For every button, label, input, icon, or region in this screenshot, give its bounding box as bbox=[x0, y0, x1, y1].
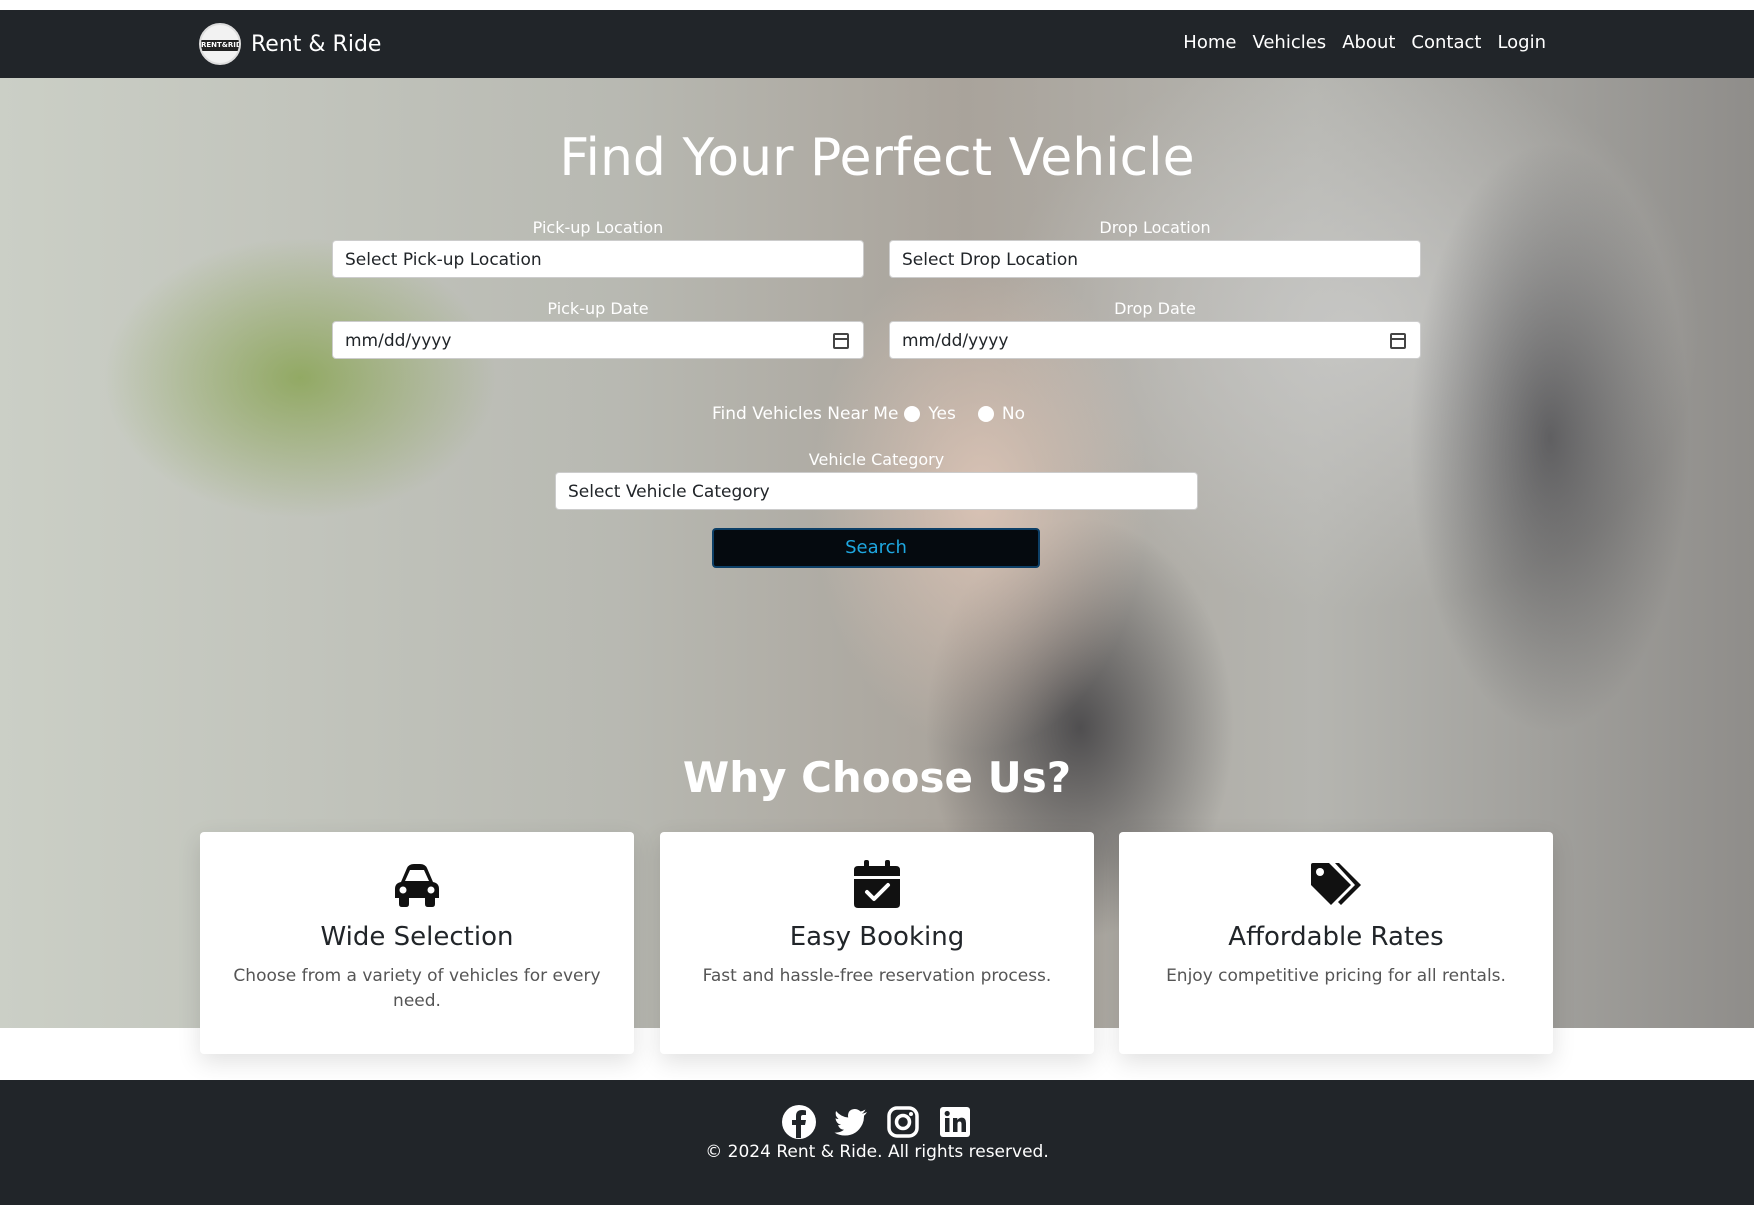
brand-name: Rent & Ride bbox=[251, 31, 382, 57]
card-title: Easy Booking bbox=[789, 922, 965, 952]
vehicle-category-label: Vehicle Category bbox=[808, 450, 945, 469]
pickup-date-input[interactable]: mm/dd/yyyy bbox=[332, 321, 864, 359]
drop-location-select[interactable]: Select Drop Location bbox=[889, 240, 1421, 278]
why-choose-title: Why Choose Us? bbox=[682, 753, 1072, 802]
card-description: Enjoy competitive pricing for all rental… bbox=[1166, 966, 1506, 986]
pickup-date-label: Pick-up Date bbox=[547, 299, 649, 318]
nav-contact[interactable]: Contact bbox=[1411, 32, 1481, 53]
search-button[interactable]: Search bbox=[712, 528, 1040, 568]
drop-date-placeholder: mm/dd/yyyy bbox=[902, 331, 1009, 351]
footer: © 2024 Rent & Ride. All rights reserved. bbox=[0, 1080, 1754, 1205]
brand[interactable]: RENT&RIDE Rent & Ride bbox=[199, 23, 382, 65]
feature-card-wide-selection: Wide Selection Choose from a variety of … bbox=[200, 832, 634, 1054]
pickup-location-label: Pick-up Location bbox=[532, 218, 664, 237]
calendar-check-icon bbox=[660, 858, 1094, 908]
pickup-date-placeholder: mm/dd/yyyy bbox=[345, 331, 452, 351]
calendar-icon[interactable] bbox=[833, 333, 849, 349]
card-description: Choose from a variety of vehicles for ev… bbox=[233, 966, 601, 1011]
hero-title: Find Your Perfect Vehicle bbox=[559, 128, 1195, 188]
card-title: Affordable Rates bbox=[1228, 922, 1444, 952]
nav-home[interactable]: Home bbox=[1183, 32, 1236, 53]
social-links bbox=[0, 1104, 1754, 1140]
nav-links: Home Vehicles About Contact Login bbox=[1183, 32, 1546, 53]
brand-logo-text: RENT&RIDE bbox=[201, 41, 239, 49]
near-me-no-radio[interactable] bbox=[977, 406, 994, 422]
pickup-location-select[interactable]: Select Pick-up Location bbox=[332, 240, 864, 278]
nav-login[interactable]: Login bbox=[1497, 32, 1546, 53]
instagram-icon[interactable] bbox=[885, 1104, 921, 1140]
near-me-no-label[interactable]: No bbox=[1002, 404, 1025, 424]
top-strip bbox=[0, 0, 1754, 10]
copyright-text: © 2024 Rent & Ride. All rights reserved. bbox=[705, 1142, 1049, 1162]
near-me-row: Find Vehicles Near Me Yes No bbox=[712, 404, 1025, 424]
near-me-yes-radio[interactable] bbox=[904, 406, 921, 422]
vehicle-category-select[interactable]: Select Vehicle Category bbox=[555, 472, 1198, 510]
facebook-icon[interactable] bbox=[781, 1104, 817, 1140]
near-me-yes-label[interactable]: Yes bbox=[928, 404, 955, 424]
linkedin-icon[interactable] bbox=[937, 1104, 973, 1140]
drop-date-input[interactable]: mm/dd/yyyy bbox=[889, 321, 1421, 359]
calendar-icon[interactable] bbox=[1390, 333, 1406, 349]
nav-vehicles[interactable]: Vehicles bbox=[1252, 32, 1326, 53]
card-title: Wide Selection bbox=[320, 922, 514, 952]
tags-icon bbox=[1119, 858, 1553, 908]
drop-date-label: Drop Date bbox=[1114, 299, 1196, 318]
feature-card-easy-booking: Easy Booking Fast and hassle-free reserv… bbox=[660, 832, 1094, 1054]
drop-location-label: Drop Location bbox=[1099, 218, 1211, 237]
card-description: Fast and hassle-free reservation process… bbox=[702, 966, 1052, 986]
near-me-label: Find Vehicles Near Me bbox=[712, 404, 899, 424]
brand-logo: RENT&RIDE bbox=[199, 23, 241, 65]
twitter-icon[interactable] bbox=[833, 1104, 869, 1140]
feature-card-affordable-rates: Affordable Rates Enjoy competitive prici… bbox=[1119, 832, 1553, 1054]
nav-about[interactable]: About bbox=[1342, 32, 1395, 53]
car-icon bbox=[200, 858, 634, 908]
navbar: RENT&RIDE Rent & Ride Home Vehicles Abou… bbox=[0, 10, 1754, 78]
